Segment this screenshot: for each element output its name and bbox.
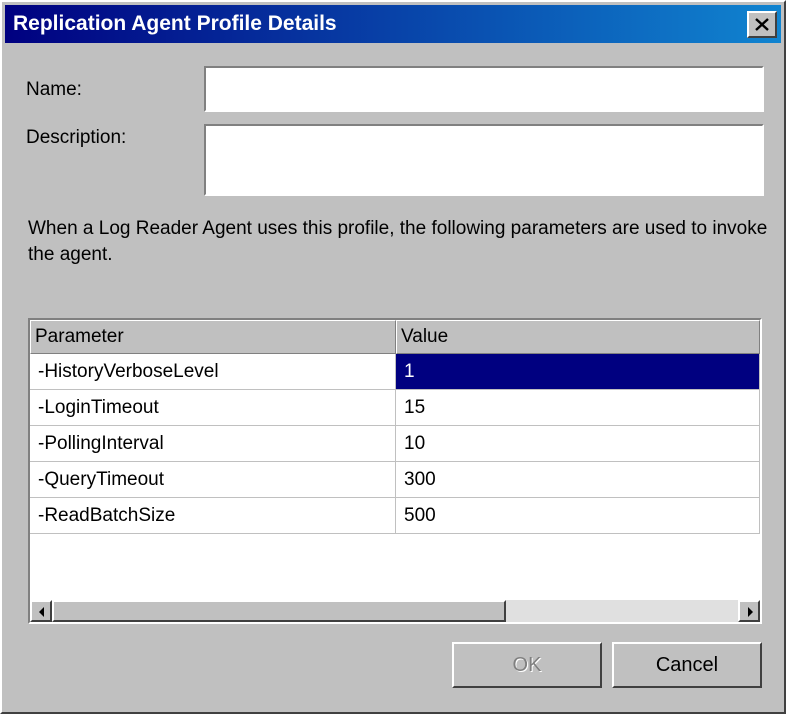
close-button[interactable] xyxy=(747,11,777,38)
description-field-frame xyxy=(204,124,764,196)
table-row[interactable]: -HistoryVerboseLevel 1 xyxy=(30,354,760,390)
table-row[interactable]: -PollingInterval 10 xyxy=(30,426,760,462)
table-row[interactable]: -LoginTimeout 15 xyxy=(30,390,760,426)
parameter-cell[interactable]: -ReadBatchSize xyxy=(30,498,396,534)
value-cell[interactable]: 15 xyxy=(396,390,760,426)
scroll-thumb[interactable] xyxy=(52,600,506,622)
table-row[interactable]: -ReadBatchSize 500 xyxy=(30,498,760,534)
name-field[interactable] xyxy=(206,68,762,110)
ok-button[interactable]: OK xyxy=(452,642,602,688)
scroll-right-button[interactable] xyxy=(738,600,760,622)
scroll-right-arrow-icon xyxy=(748,607,753,617)
parameter-cell[interactable]: -PollingInterval xyxy=(30,426,396,462)
parameter-cell[interactable]: -HistoryVerboseLevel xyxy=(30,354,396,390)
info-text: When a Log Reader Agent uses this profil… xyxy=(28,218,768,265)
description-label: Description: xyxy=(26,127,127,148)
close-icon xyxy=(755,18,769,31)
name-label: Name: xyxy=(26,79,82,100)
window-title: Replication Agent Profile Details xyxy=(13,12,337,35)
parameters-grid[interactable]: Parameter Value -HistoryVerboseLevel 1 -… xyxy=(28,318,762,624)
value-cell-selected[interactable]: 1 xyxy=(396,354,760,390)
name-field-frame xyxy=(204,66,764,112)
scroll-left-button[interactable] xyxy=(30,600,52,622)
cancel-button[interactable]: Cancel xyxy=(612,642,762,688)
table-row[interactable]: -QueryTimeout 300 xyxy=(30,462,760,498)
value-cell[interactable]: 500 xyxy=(396,498,760,534)
grid-header: Parameter Value xyxy=(30,320,760,354)
column-header-parameter[interactable]: Parameter xyxy=(30,320,396,354)
title-bar[interactable]: Replication Agent Profile Details xyxy=(5,5,781,43)
horizontal-scrollbar[interactable] xyxy=(30,600,760,622)
value-cell[interactable]: 10 xyxy=(396,426,760,462)
value-cell[interactable]: 300 xyxy=(396,462,760,498)
scroll-left-arrow-icon xyxy=(39,607,44,617)
parameter-cell[interactable]: -LoginTimeout xyxy=(30,390,396,426)
description-field[interactable] xyxy=(206,126,762,194)
parameter-cell[interactable]: -QueryTimeout xyxy=(30,462,396,498)
column-header-value[interactable]: Value xyxy=(396,320,760,354)
dialog-window: Replication Agent Profile Details Name: … xyxy=(0,0,786,714)
